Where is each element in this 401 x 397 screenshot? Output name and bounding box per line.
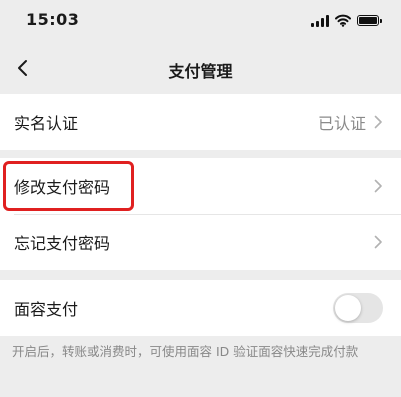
face-pay-group: 面容支付 — [0, 280, 401, 336]
nav-bar: 支付管理 — [0, 42, 401, 94]
real-name-label: 实名认证 — [14, 114, 79, 133]
face-pay-row: 面容支付 — [0, 280, 401, 336]
status-time: 15:03 — [26, 10, 80, 29]
toggle-knob — [335, 295, 361, 321]
status-bar: 15:03 — [0, 0, 401, 42]
face-pay-label: 面容支付 — [14, 300, 79, 319]
verification-group: 实名认证 已认证 — [0, 94, 401, 150]
real-name-status: 已认证 — [317, 114, 366, 133]
wifi-icon — [335, 14, 351, 27]
highlight-box — [3, 161, 134, 211]
face-pay-hint: 开启后，转账或消费时，可使用面容 ID 验证面容快速完成付款 — [12, 344, 359, 359]
cellular-signal-icon — [311, 14, 329, 27]
page-title: 支付管理 — [168, 62, 233, 81]
chevron-right-icon — [374, 235, 382, 249]
real-name-row[interactable]: 实名认证 已认证 — [0, 94, 401, 150]
status-icons — [311, 12, 382, 28]
battery-icon — [357, 14, 382, 26]
face-pay-toggle[interactable] — [333, 293, 383, 323]
forgot-password-label: 忘记支付密码 — [14, 234, 111, 253]
chevron-right-icon — [374, 115, 382, 129]
forgot-password-row[interactable]: 忘记支付密码 — [0, 214, 401, 270]
chevron-right-icon — [374, 179, 382, 193]
